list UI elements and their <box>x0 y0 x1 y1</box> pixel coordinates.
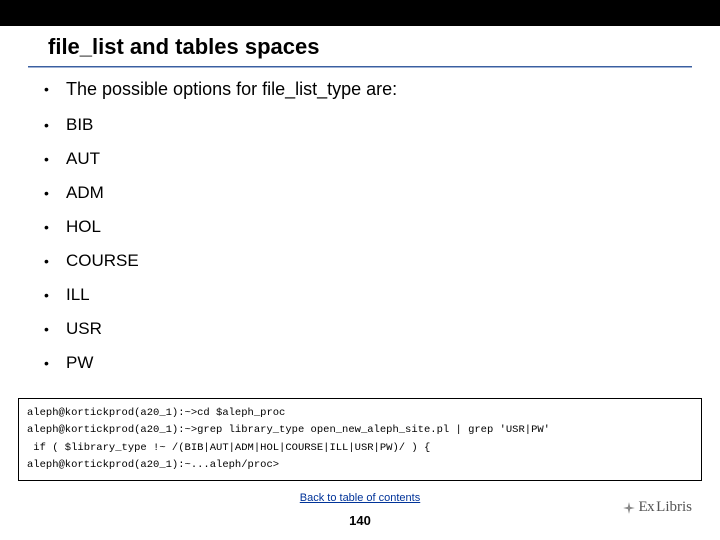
bullet-option: • HOL <box>44 216 676 238</box>
footer-link-container: Back to table of contents <box>0 492 720 504</box>
bullet-dot-icon: • <box>44 148 66 170</box>
bullet-intro: • The possible options for file_list_typ… <box>44 78 676 100</box>
bullet-option-text: BIB <box>66 114 93 136</box>
title-underline <box>28 66 692 68</box>
slide: file_list and tables spaces • The possib… <box>0 0 720 540</box>
bullet-option-text: HOL <box>66 216 101 238</box>
code-line: if ( $library_type !~ /(BIB|AUT|ADM|HOL|… <box>27 442 430 454</box>
exlibris-star-icon <box>622 501 636 515</box>
bullet-option: • ADM <box>44 182 676 204</box>
bullet-option-text: ILL <box>66 284 90 306</box>
bullet-option: • PW <box>44 352 676 374</box>
bullet-option: • BIB <box>44 114 676 136</box>
bullet-dot-icon: • <box>44 182 66 204</box>
exlibris-logo: ExLibris <box>622 499 692 516</box>
slide-title: file_list and tables spaces <box>48 34 319 60</box>
logo-prefix: Ex <box>638 499 654 516</box>
code-line: aleph@kortickprod(a20_1):~>cd $aleph_pro… <box>27 407 285 419</box>
terminal-code-box: aleph@kortickprod(a20_1):~>cd $aleph_pro… <box>18 398 702 481</box>
content-area: • The possible options for file_list_typ… <box>44 78 676 386</box>
code-line: aleph@kortickprod(a20_1):~>grep library_… <box>27 424 550 436</box>
bullet-option-text: USR <box>66 318 102 340</box>
bullet-option-text: PW <box>66 352 93 374</box>
bullet-dot-icon: • <box>44 78 66 100</box>
bullet-option: • AUT <box>44 148 676 170</box>
logo-main: Libris <box>656 499 692 516</box>
back-to-toc-link[interactable]: Back to table of contents <box>300 492 420 504</box>
bullet-option: • ILL <box>44 284 676 306</box>
bullet-intro-text: The possible options for file_list_type … <box>66 78 397 100</box>
bullet-dot-icon: • <box>44 114 66 136</box>
bullet-option: • USR <box>44 318 676 340</box>
page-number: 140 <box>0 513 720 528</box>
top-black-bar <box>0 0 720 26</box>
bullet-option-text: ADM <box>66 182 104 204</box>
bullet-dot-icon: • <box>44 352 66 374</box>
code-line: aleph@kortickprod(a20_1):~...aleph/proc> <box>27 459 279 471</box>
bullet-option-text: COURSE <box>66 250 139 272</box>
bullet-dot-icon: • <box>44 250 66 272</box>
bullet-option: • COURSE <box>44 250 676 272</box>
bullet-option-text: AUT <box>66 148 100 170</box>
bullet-dot-icon: • <box>44 318 66 340</box>
bullet-dot-icon: • <box>44 216 66 238</box>
bullet-dot-icon: • <box>44 284 66 306</box>
